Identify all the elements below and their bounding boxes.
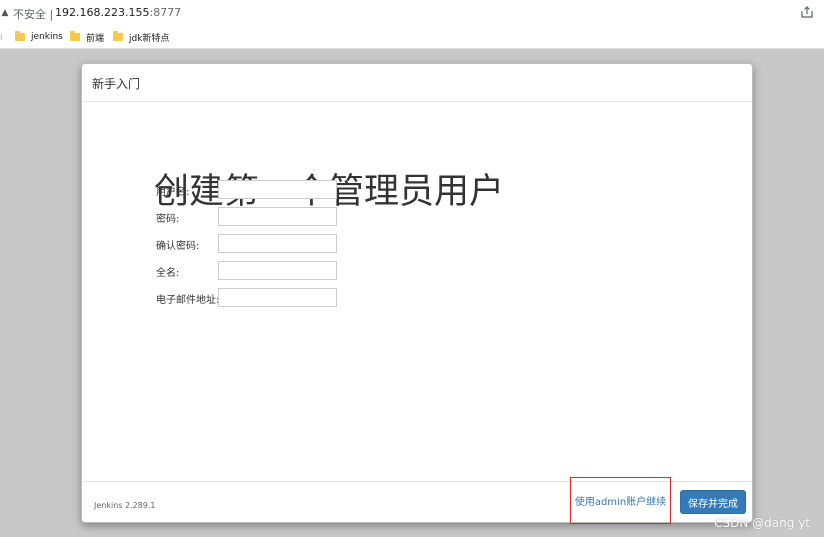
apps-icon[interactable]: ⁝ bbox=[0, 33, 3, 42]
share-icon[interactable] bbox=[800, 5, 814, 19]
dialog-title: 新手入门 bbox=[92, 77, 141, 91]
password-label: 密码: bbox=[156, 214, 180, 225]
bookmarks-bar: ⁝ jenkins 前端 jdk新特点 bbox=[0, 26, 824, 49]
confirm-password-input[interactable] bbox=[218, 234, 337, 253]
username-input[interactable] bbox=[218, 180, 337, 199]
dialog-footer: Jenkins 2.289.1 使用admin账户继续 保存并完成 bbox=[82, 477, 752, 524]
fullname-label: 全名: bbox=[156, 268, 180, 279]
folder-icon bbox=[70, 31, 80, 41]
bookmark-jdk[interactable]: jdk新特点 bbox=[113, 30, 169, 44]
password-input[interactable] bbox=[218, 207, 337, 226]
watermark: CSDN @dang yt bbox=[714, 516, 810, 530]
folder-icon bbox=[15, 31, 25, 41]
bookmark-label: 前端 bbox=[86, 33, 105, 44]
version-label: Jenkins 2.289.1 bbox=[94, 501, 156, 510]
continue-as-admin-link[interactable]: 使用admin账户继续 bbox=[570, 477, 671, 524]
bookmark-label: jdk新特点 bbox=[129, 33, 170, 44]
warning-icon[interactable]: ▲ bbox=[0, 7, 10, 19]
address-bar: ▲ 不安全 | 192.168.223.155:8777 bbox=[0, 0, 824, 27]
dialog-header: 新手入门 bbox=[82, 64, 752, 102]
confirm-password-label: 确认密码: bbox=[156, 241, 200, 252]
insecure-label[interactable]: 不安全 | bbox=[13, 6, 53, 22]
bookmark-frontend[interactable]: 前端 bbox=[70, 30, 104, 44]
setup-wizard-dialog: 新手入门 创建第一个管理员用户 用户名: 密码: 确认密码: 全名: 电子邮件地… bbox=[81, 63, 753, 524]
folder-icon bbox=[113, 31, 123, 41]
fullname-input[interactable] bbox=[218, 261, 337, 280]
save-and-finish-button[interactable]: 保存并完成 bbox=[680, 490, 746, 514]
email-input[interactable] bbox=[218, 288, 337, 307]
bookmark-label: jenkins bbox=[31, 32, 63, 42]
url-host: 192.168.223.155 bbox=[55, 6, 150, 19]
bookmark-jenkins[interactable]: jenkins bbox=[15, 30, 63, 44]
url-text[interactable]: 192.168.223.155:8777 bbox=[55, 6, 181, 19]
username-label: 用户名: bbox=[156, 187, 190, 198]
email-label: 电子邮件地址: bbox=[156, 295, 220, 306]
url-port: :8777 bbox=[149, 6, 182, 19]
